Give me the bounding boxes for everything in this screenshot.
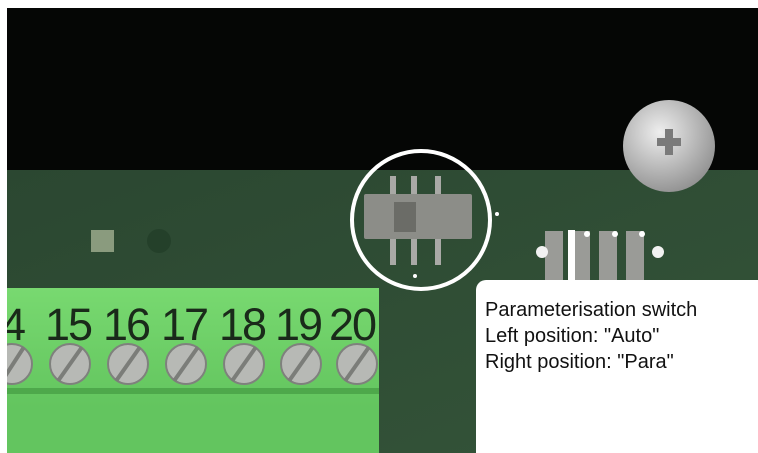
terminal-number: 20 [329, 299, 377, 350]
callout-right-position: Right position: "Para" [485, 351, 674, 373]
terminal-number: 15 [45, 299, 93, 350]
pcb-component-square [91, 230, 114, 252]
pcb-dot [495, 212, 499, 216]
terminal-number: 18 [219, 299, 267, 350]
callout-title: Parameterisation switch [485, 299, 698, 321]
product-photo-frame: 4 15 16 17 18 19 20 Parameterisation swi… [0, 0, 758, 453]
terminal-number: 19 [275, 299, 323, 350]
terminal-number: 16 [103, 299, 151, 350]
terminal-number: 4 [7, 299, 26, 350]
pcb-dot [413, 274, 417, 278]
callout-left-position: Left position: "Auto" [485, 325, 660, 347]
pcb-component-round [147, 229, 171, 253]
terminal-number: 17 [161, 299, 209, 350]
terminal-number-row: 4 15 16 17 18 19 20 [7, 288, 379, 453]
callout-box: Parameterisation switch Left position: "… [476, 280, 758, 453]
